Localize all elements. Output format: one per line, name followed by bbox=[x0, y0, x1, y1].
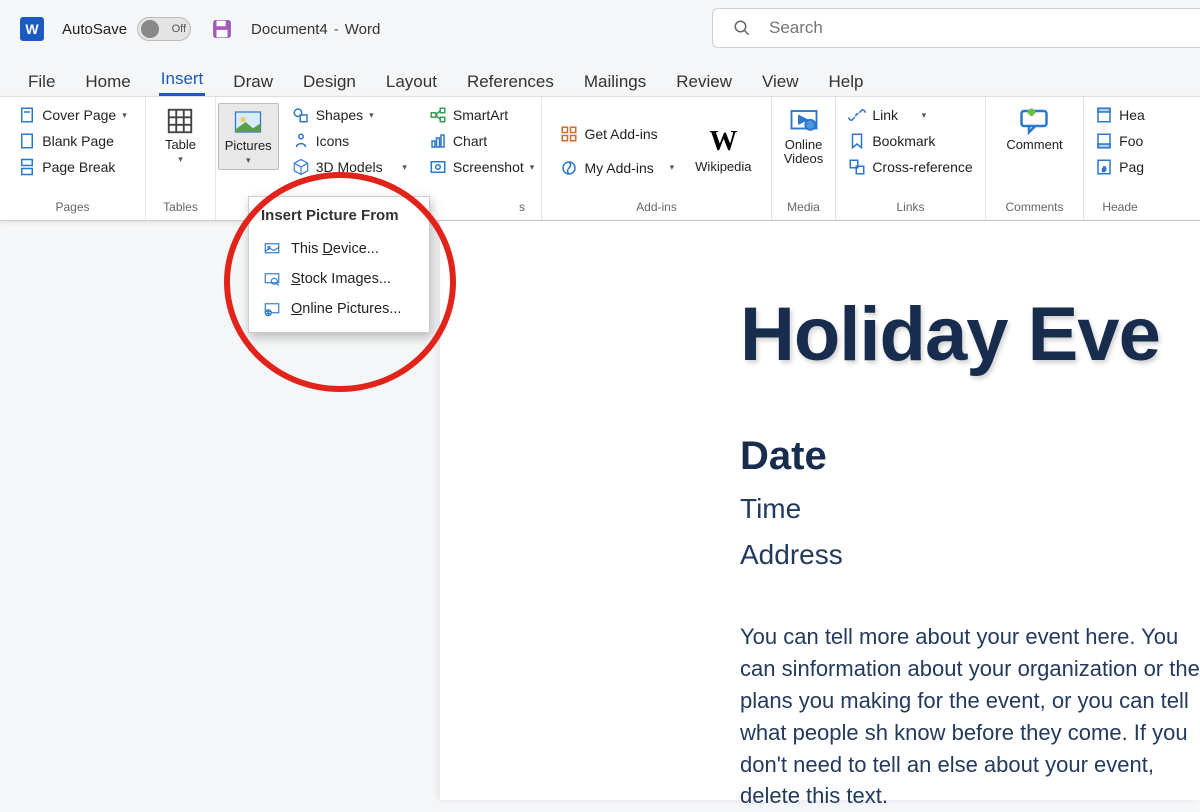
headerfooter-group-label: Heade bbox=[1092, 198, 1148, 218]
crossref-icon bbox=[848, 158, 866, 176]
autosave-toggle[interactable]: Off bbox=[137, 17, 191, 41]
page-number-button[interactable]: # Pag bbox=[1090, 155, 1150, 179]
search-input[interactable] bbox=[769, 18, 1182, 38]
tab-references[interactable]: References bbox=[465, 68, 556, 96]
footer-button[interactable]: Foo bbox=[1090, 129, 1150, 153]
pictures-icon bbox=[233, 107, 263, 137]
document-title: Document4-Word bbox=[251, 21, 380, 38]
cover-page-icon bbox=[18, 106, 36, 124]
page-break-icon bbox=[18, 158, 36, 176]
dropdown-header: Insert Picture From bbox=[249, 205, 429, 234]
stock-images-icon bbox=[263, 270, 281, 288]
menuitem-stock-images[interactable]: Stock Images... bbox=[249, 264, 429, 294]
doc-address[interactable]: Address bbox=[740, 539, 1200, 571]
chart-button[interactable]: Chart bbox=[424, 129, 539, 153]
blank-page-icon bbox=[18, 132, 36, 150]
smartart-button[interactable]: SmartArt bbox=[424, 103, 539, 127]
icons-button[interactable]: Icons bbox=[287, 129, 412, 153]
ribbon: Cover Page▾ Blank Page Page Break Pages … bbox=[0, 96, 1200, 221]
media-group-label: Media bbox=[780, 198, 827, 218]
bookmark-button[interactable]: Bookmark bbox=[843, 129, 977, 153]
footer-icon bbox=[1095, 132, 1113, 150]
puzzle-icon bbox=[560, 159, 578, 177]
bookmark-icon bbox=[848, 132, 866, 150]
comment-icon bbox=[1019, 106, 1049, 136]
shapes-button[interactable]: Shapes▾ bbox=[287, 103, 412, 127]
doc-date-heading[interactable]: Date bbox=[740, 434, 1200, 479]
tab-layout[interactable]: Layout bbox=[384, 68, 439, 96]
shapes-icon bbox=[292, 106, 310, 124]
tab-insert[interactable]: Insert bbox=[159, 65, 206, 96]
menuitem-this-device[interactable]: This Device... bbox=[249, 234, 429, 264]
screenshot-button[interactable]: Screenshot▾ bbox=[424, 155, 539, 179]
doc-body-text[interactable]: You can tell more about your event here.… bbox=[740, 621, 1200, 812]
tab-view[interactable]: View bbox=[760, 68, 801, 96]
autosave-label: AutoSave bbox=[62, 21, 127, 38]
save-icon[interactable] bbox=[211, 18, 233, 40]
link-icon bbox=[848, 106, 866, 124]
page-break-button[interactable]: Page Break bbox=[13, 155, 131, 179]
3d-models-button[interactable]: 3D Models ▾ bbox=[287, 155, 412, 179]
tab-design[interactable]: Design bbox=[301, 68, 358, 96]
menuitem-online-pictures[interactable]: Online Pictures... bbox=[249, 294, 429, 324]
svg-text:#: # bbox=[1102, 168, 1106, 174]
tab-draw[interactable]: Draw bbox=[231, 68, 275, 96]
cube-icon bbox=[292, 158, 310, 176]
wikipedia-icon: W bbox=[709, 126, 737, 158]
doc-heading[interactable]: Holiday Eve bbox=[740, 291, 1200, 378]
table-icon bbox=[165, 106, 195, 136]
pictures-button[interactable]: Pictures▾ bbox=[218, 103, 279, 170]
ribbon-tabs: File Home Insert Draw Design Layout Refe… bbox=[0, 58, 1200, 96]
tab-mailings[interactable]: Mailings bbox=[582, 68, 648, 96]
links-group-label: Links bbox=[844, 198, 977, 218]
document-page[interactable]: Holiday Eve Date Time Address You can te… bbox=[440, 221, 1200, 800]
comment-button[interactable]: Comment bbox=[1000, 103, 1068, 155]
addins-group-label: Add-ins bbox=[550, 198, 763, 218]
smartart-icon bbox=[429, 106, 447, 124]
comments-group-label: Comments bbox=[994, 198, 1075, 218]
insert-picture-dropdown: Insert Picture From This Device... Stock… bbox=[248, 196, 430, 333]
toggle-state: Off bbox=[172, 23, 186, 35]
device-icon bbox=[263, 240, 281, 258]
online-videos-button[interactable]: Online Videos bbox=[778, 103, 830, 170]
my-addins-button[interactable]: My Add-ins ▾ bbox=[555, 156, 679, 180]
tab-review[interactable]: Review bbox=[674, 68, 734, 96]
cross-reference-button[interactable]: Cross-reference bbox=[843, 155, 977, 179]
blank-page-button[interactable]: Blank Page bbox=[13, 129, 131, 153]
tables-group-label: Tables bbox=[154, 198, 207, 218]
word-app-icon: W bbox=[20, 17, 44, 41]
cover-page-button[interactable]: Cover Page▾ bbox=[13, 103, 131, 127]
tab-help[interactable]: Help bbox=[827, 68, 866, 96]
tab-file[interactable]: File bbox=[26, 68, 57, 96]
video-icon bbox=[789, 106, 819, 136]
table-button[interactable]: Table▾ bbox=[159, 103, 202, 168]
wikipedia-button[interactable]: W Wikipedia bbox=[689, 123, 757, 177]
screenshot-icon bbox=[429, 158, 447, 176]
chart-icon bbox=[429, 132, 447, 150]
search-icon bbox=[733, 19, 751, 37]
search-box[interactable] bbox=[712, 8, 1200, 48]
link-button[interactable]: Link ▾ bbox=[843, 103, 977, 127]
doc-time[interactable]: Time bbox=[740, 493, 1200, 525]
online-pictures-icon bbox=[263, 300, 281, 318]
page-num-icon: # bbox=[1095, 158, 1113, 176]
tab-home[interactable]: Home bbox=[83, 68, 132, 96]
get-addins-button[interactable]: Get Add-ins bbox=[555, 122, 679, 146]
header-button[interactable]: Hea bbox=[1090, 103, 1150, 127]
pages-group-label: Pages bbox=[8, 198, 137, 218]
header-icon bbox=[1095, 106, 1113, 124]
icons-icon bbox=[292, 132, 310, 150]
store-icon bbox=[560, 125, 578, 143]
